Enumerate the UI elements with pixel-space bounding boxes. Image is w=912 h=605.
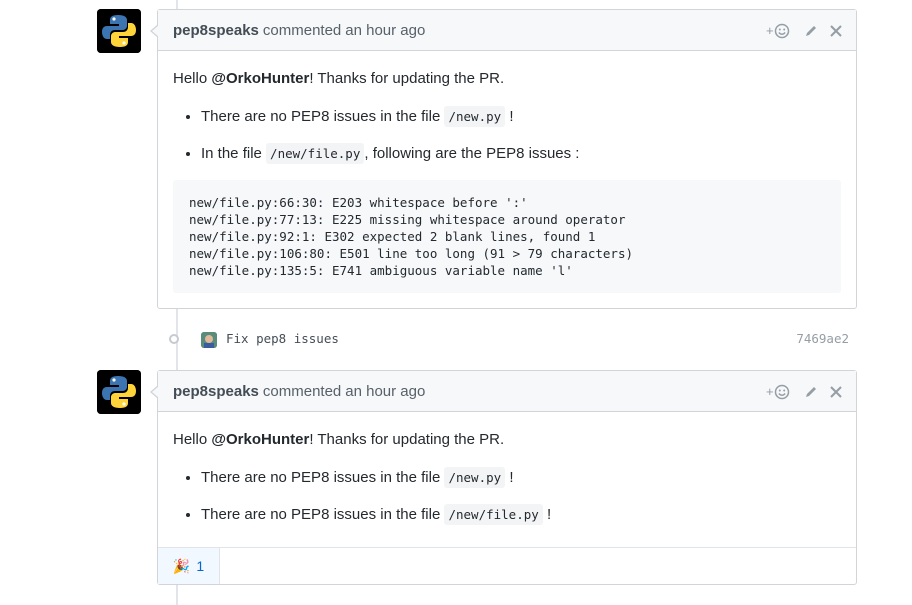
svg-text:+: + — [766, 384, 774, 399]
smiley-plus-icon[interactable]: + — [766, 23, 792, 39]
comment-actions: + — [766, 371, 842, 412]
commit-node-icon — [169, 334, 179, 344]
code-line: new/file.py:135:5: E741 ambiguous variab… — [189, 263, 573, 278]
smiley-plus-icon[interactable]: + — [766, 384, 792, 400]
pencil-icon[interactable] — [804, 385, 818, 399]
commit-author-avatar[interactable] — [201, 332, 217, 348]
close-icon[interactable] — [830, 24, 842, 37]
issue-list: There are no PEP8 issues in the file /ne… — [173, 467, 841, 526]
comment-author[interactable]: pep8speaks — [173, 22, 259, 39]
comment-timestamp[interactable]: an hour ago — [345, 22, 425, 39]
comment-verb: commented — [262, 382, 342, 400]
pencil-icon[interactable] — [804, 24, 818, 38]
commit-row: Fix pep8 issues 7469ae2 — [157, 327, 857, 353]
item-text: In the file — [201, 145, 267, 162]
comment-header: pep8speaks commented an hour ago + — [158, 371, 856, 412]
greeting: Hello @OrkoHunter! Thanks for updating t… — [173, 429, 841, 451]
commit-message[interactable]: Fix pep8 issues — [226, 331, 339, 346]
greeting: Hello @OrkoHunter! Thanks for updating t… — [173, 68, 841, 90]
code-line: new/file.py:66:30: E203 whitespace befor… — [189, 195, 528, 210]
commit-sha[interactable]: 7469ae2 — [796, 331, 849, 346]
python-logo-icon — [97, 370, 141, 414]
close-icon[interactable] — [830, 385, 842, 398]
svg-text:+: + — [766, 23, 774, 38]
issue-list: There are no PEP8 issues in the file /ne… — [173, 106, 841, 165]
file-code: /new/file.py — [444, 504, 543, 525]
item-text: ! — [505, 108, 514, 125]
greeting-prefix: Hello — [173, 70, 212, 87]
greeting-suffix: ! Thanks for updating the PR. — [309, 70, 505, 87]
comment-body: Hello @OrkoHunter! Thanks for updating t… — [158, 51, 856, 308]
greeting-suffix: ! Thanks for updating the PR. — [309, 431, 505, 448]
list-item: In the file /new/file.py, following are … — [201, 143, 841, 165]
file-code: /new.py — [444, 106, 506, 127]
comment-1: pep8speaks commented an hour ago + Hello… — [150, 9, 857, 309]
list-item: There are no PEP8 issues in the file /ne… — [201, 106, 841, 128]
avatar[interactable] — [97, 370, 141, 414]
item-text: There are no PEP8 issues in the file — [201, 469, 445, 486]
list-item: There are no PEP8 issues in the file /ne… — [201, 467, 841, 489]
greeting-prefix: Hello — [173, 431, 212, 448]
comment-body: Hello @OrkoHunter! Thanks for updating t… — [158, 412, 856, 547]
comment-actions: + — [766, 10, 842, 51]
code-line: new/file.py:92:1: E302 expected 2 blank … — [189, 229, 596, 244]
pep8-issues-code-block: new/file.py:66:30: E203 whitespace befor… — [173, 180, 841, 293]
comment-author[interactable]: pep8speaks — [173, 383, 259, 400]
comment-2: pep8speaks commented an hour ago + Hello… — [150, 370, 857, 585]
item-text: , following are the PEP8 issues : — [364, 145, 580, 162]
user-mention[interactable]: @OrkoHunter — [211, 70, 309, 87]
comment-header: pep8speaks commented an hour ago + — [158, 10, 856, 51]
code-line: new/file.py:77:13: E225 missing whitespa… — [189, 212, 626, 227]
file-code: /new.py — [444, 467, 506, 488]
reaction-tada-button[interactable]: 🎉 1 — [158, 548, 220, 584]
list-item: There are no PEP8 issues in the file /ne… — [201, 504, 841, 526]
item-text: ! — [542, 506, 552, 523]
tada-icon: 🎉 — [172, 557, 191, 574]
comment-timestamp[interactable]: an hour ago — [345, 383, 425, 400]
reactions-bar: 🎉 1 — [158, 547, 856, 584]
reaction-count: 1 — [196, 558, 205, 574]
avatar[interactable] — [97, 9, 141, 53]
code-line: new/file.py:106:80: E501 line too long (… — [189, 246, 634, 261]
item-text: There are no PEP8 issues in the file — [201, 108, 445, 125]
user-mention[interactable]: @OrkoHunter — [211, 431, 309, 448]
file-code: /new/file.py — [266, 143, 365, 164]
python-logo-icon — [97, 9, 141, 53]
item-text: ! — [505, 469, 514, 486]
comment-verb: commented — [262, 21, 342, 39]
item-text: There are no PEP8 issues in the file — [201, 506, 445, 523]
